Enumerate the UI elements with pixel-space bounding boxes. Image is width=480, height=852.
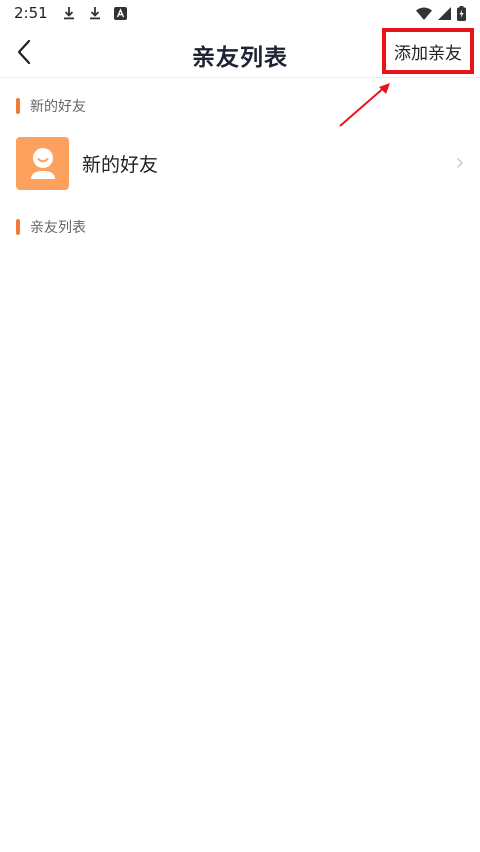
download-icon — [62, 6, 76, 20]
section-label: 亲友列表 — [30, 220, 86, 236]
header: 亲友列表 添加亲友 — [0, 26, 480, 78]
status-icons-right — [416, 5, 466, 21]
status-time: 2:51 — [14, 4, 48, 22]
list-item-new-friends[interactable]: 新的好友 — [16, 136, 466, 190]
section-header-new-friends: 新的好友 — [16, 97, 86, 115]
download-icon — [88, 6, 102, 20]
section-accent-bar — [16, 219, 20, 235]
section-header-friends-list: 亲友列表 — [16, 218, 86, 236]
wifi-icon — [416, 7, 432, 20]
status-icons-left — [62, 6, 127, 20]
status-bar: 2:51 — [0, 0, 480, 26]
battery-icon — [457, 5, 466, 21]
annotation-arrow-icon — [339, 83, 390, 127]
list-item-label: 新的好友 — [82, 153, 159, 176]
font-a-icon — [113, 6, 127, 20]
person-smile-icon — [30, 148, 55, 179]
section-accent-bar — [16, 98, 20, 114]
add-friend-button[interactable]: 添加亲友 — [382, 28, 474, 74]
screen: 2:51 亲友列表 添加亲友 新的好友 新的好友 亲友列表 — [0, 0, 480, 852]
signal-icon — [438, 6, 451, 20]
section-label: 新的好友 — [30, 99, 86, 115]
chevron-right-icon — [456, 157, 464, 169]
avatar — [16, 136, 69, 190]
